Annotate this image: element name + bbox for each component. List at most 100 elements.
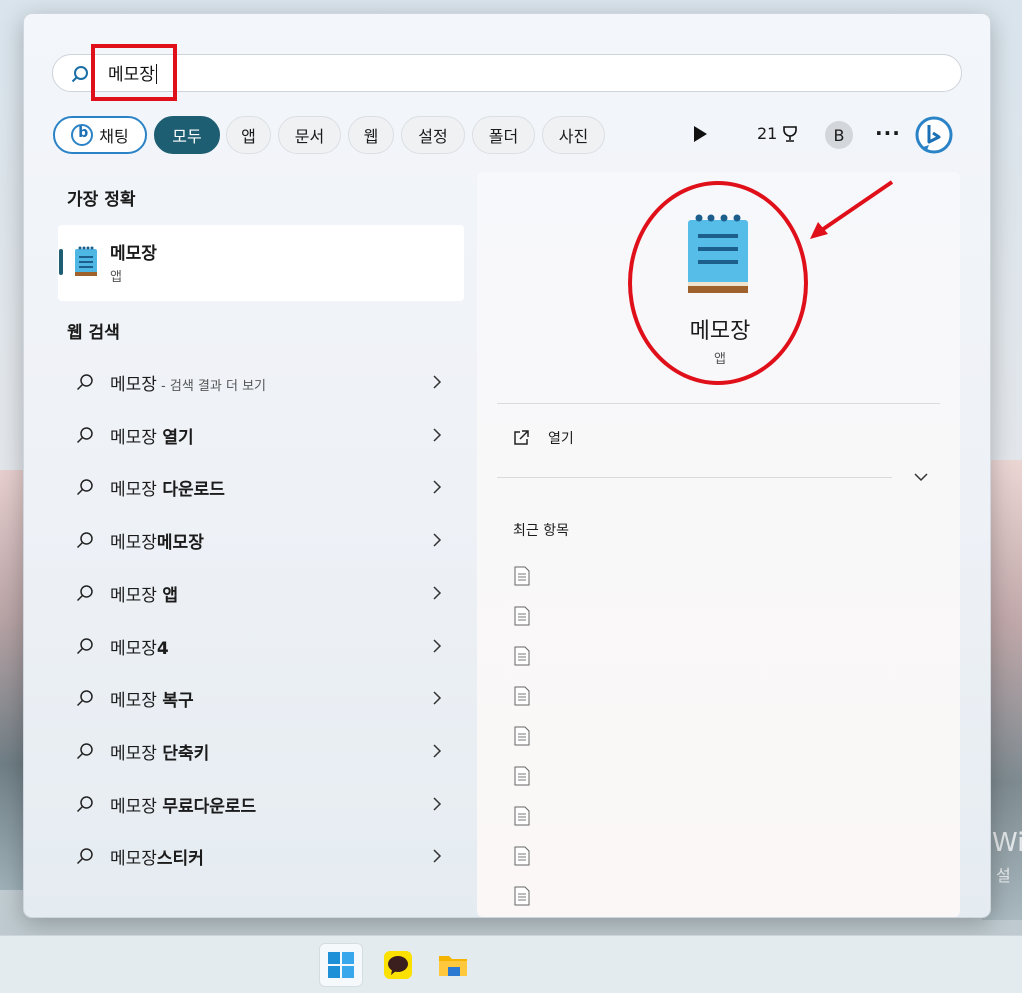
chevron-right-icon	[433, 428, 442, 442]
search-icon	[76, 690, 93, 707]
open-action[interactable]: 열기	[512, 428, 574, 448]
query-suggestion: 열기	[162, 427, 194, 448]
web-search-item[interactable]: 메모장 무료다운로드	[58, 782, 464, 826]
open-external-icon	[514, 430, 529, 445]
query-suggestion: 앱	[162, 585, 178, 606]
best-match-name: 메모장	[110, 244, 157, 264]
recent-file-icon[interactable]	[514, 726, 530, 746]
points-value: 21	[757, 124, 778, 143]
start-button[interactable]	[319, 943, 363, 987]
filter-folders[interactable]: 폴더	[472, 116, 535, 154]
filter-all[interactable]: 모두	[154, 116, 220, 154]
query-prefix: 메모장	[110, 532, 157, 553]
recent-file-icon[interactable]	[514, 566, 530, 586]
activation-watermark-sub: 설	[996, 866, 1011, 885]
query-subtitle: - 검색 결과 더 보기	[156, 378, 266, 394]
search-icon	[71, 66, 88, 83]
avatar[interactable]: B	[825, 121, 853, 149]
chevron-down-icon[interactable]	[914, 472, 928, 482]
recent-file-icon[interactable]	[514, 886, 530, 906]
kakaotalk-taskbar-button[interactable]	[376, 943, 420, 987]
divider	[497, 403, 940, 404]
file-explorer-taskbar-button[interactable]	[431, 943, 475, 987]
bing-icon[interactable]	[915, 116, 953, 154]
query-prefix: 메모장	[110, 848, 157, 869]
web-search-text: 메모장 - 검색 결과 더 보기	[110, 370, 432, 395]
filter-apps[interactable]: 앱	[226, 116, 271, 154]
search-icon	[76, 638, 93, 655]
web-search-text: 메모장 단축키	[110, 739, 432, 764]
web-search-text: 메모장 다운로드	[110, 475, 432, 500]
chevron-right-icon	[433, 375, 442, 389]
filter-photos[interactable]: 사진	[542, 116, 605, 154]
web-search-item[interactable]: 메모장4	[58, 624, 464, 668]
rewards-points[interactable]: 21	[757, 124, 799, 143]
search-icon	[76, 796, 93, 813]
query-prefix: 메모장	[110, 796, 163, 817]
web-search-item[interactable]: 메모장 열기	[58, 413, 464, 457]
query-prefix: 메모장	[110, 585, 163, 606]
web-search-item[interactable]: 메모장스티커	[58, 834, 464, 878]
web-search-text: 메모장 복구	[110, 686, 432, 711]
more-options-button[interactable]: ···	[875, 121, 901, 145]
chevron-right-icon	[433, 691, 442, 705]
query-suggestion: 메모장	[156, 532, 204, 553]
chevron-right-icon	[433, 744, 442, 758]
web-search-text: 메모장메모장	[110, 528, 432, 553]
folder-icon	[439, 956, 467, 976]
query-suggestion: 스티커	[156, 848, 204, 869]
web-search-text: 메모장 열기	[110, 423, 432, 448]
query-prefix: 메모장	[110, 638, 157, 659]
recent-file-icon[interactable]	[514, 846, 530, 866]
chevron-right-icon	[433, 480, 442, 494]
play-icon[interactable]	[694, 126, 707, 142]
web-search-text: 메모장 무료다운로드	[110, 792, 432, 817]
search-icon	[76, 479, 93, 496]
filter-documents[interactable]: 문서	[278, 116, 341, 154]
query-prefix: 메모장	[110, 479, 163, 500]
web-search-heading: 웹 검색	[67, 323, 120, 343]
query-prefix: 메모장	[110, 374, 157, 395]
chat-button[interactable]: 채팅	[53, 116, 147, 154]
recent-file-icon[interactable]	[514, 766, 530, 786]
bing-chat-icon	[71, 124, 94, 146]
kakaotalk-icon	[384, 951, 412, 979]
search-input[interactable]	[52, 54, 962, 92]
filter-web[interactable]: 웹	[348, 116, 394, 154]
query-prefix: 메모장	[110, 690, 163, 711]
windows-logo-icon	[328, 952, 354, 978]
annotation-arrow	[810, 180, 894, 239]
web-search-text: 메모장4	[110, 634, 432, 659]
chevron-right-icon	[433, 849, 442, 863]
recent-file-icon[interactable]	[514, 606, 530, 626]
web-search-item[interactable]: 메모장 앱	[58, 571, 464, 615]
recent-items-heading: 최근 항목	[513, 523, 569, 539]
chevron-right-icon	[433, 797, 442, 811]
query-suggestion: 다운로드	[162, 479, 225, 500]
best-match-heading: 가장 정확	[67, 190, 136, 210]
web-search-item[interactable]: 메모장메모장	[58, 518, 464, 562]
selection-indicator	[59, 249, 63, 275]
search-icon	[76, 848, 93, 865]
divider	[497, 477, 892, 478]
search-icon	[76, 743, 93, 760]
web-search-item[interactable]: 메모장 단축키	[58, 729, 464, 773]
recent-file-icon[interactable]	[514, 686, 530, 706]
chat-label: 채팅	[99, 127, 129, 146]
web-search-item[interactable]: 메모장 복구	[58, 676, 464, 720]
trophy-icon	[783, 125, 798, 142]
search-icon	[76, 427, 93, 444]
activation-watermark: Wi	[992, 828, 1022, 858]
filter-settings[interactable]: 설정	[401, 116, 465, 154]
query-prefix: 메모장	[110, 427, 163, 448]
best-match-type: 앱	[110, 270, 122, 285]
recent-file-icon[interactable]	[514, 806, 530, 826]
web-search-item[interactable]: 메모장 다운로드	[58, 465, 464, 509]
web-search-item[interactable]: 메모장 - 검색 결과 더 보기	[58, 360, 464, 404]
query-prefix: 메모장	[110, 743, 163, 764]
chevron-right-icon	[433, 586, 442, 600]
open-label: 열기	[548, 431, 574, 447]
recent-file-icon[interactable]	[514, 646, 530, 666]
taskbar	[0, 935, 1022, 993]
annotation-highlight-box	[91, 44, 177, 101]
